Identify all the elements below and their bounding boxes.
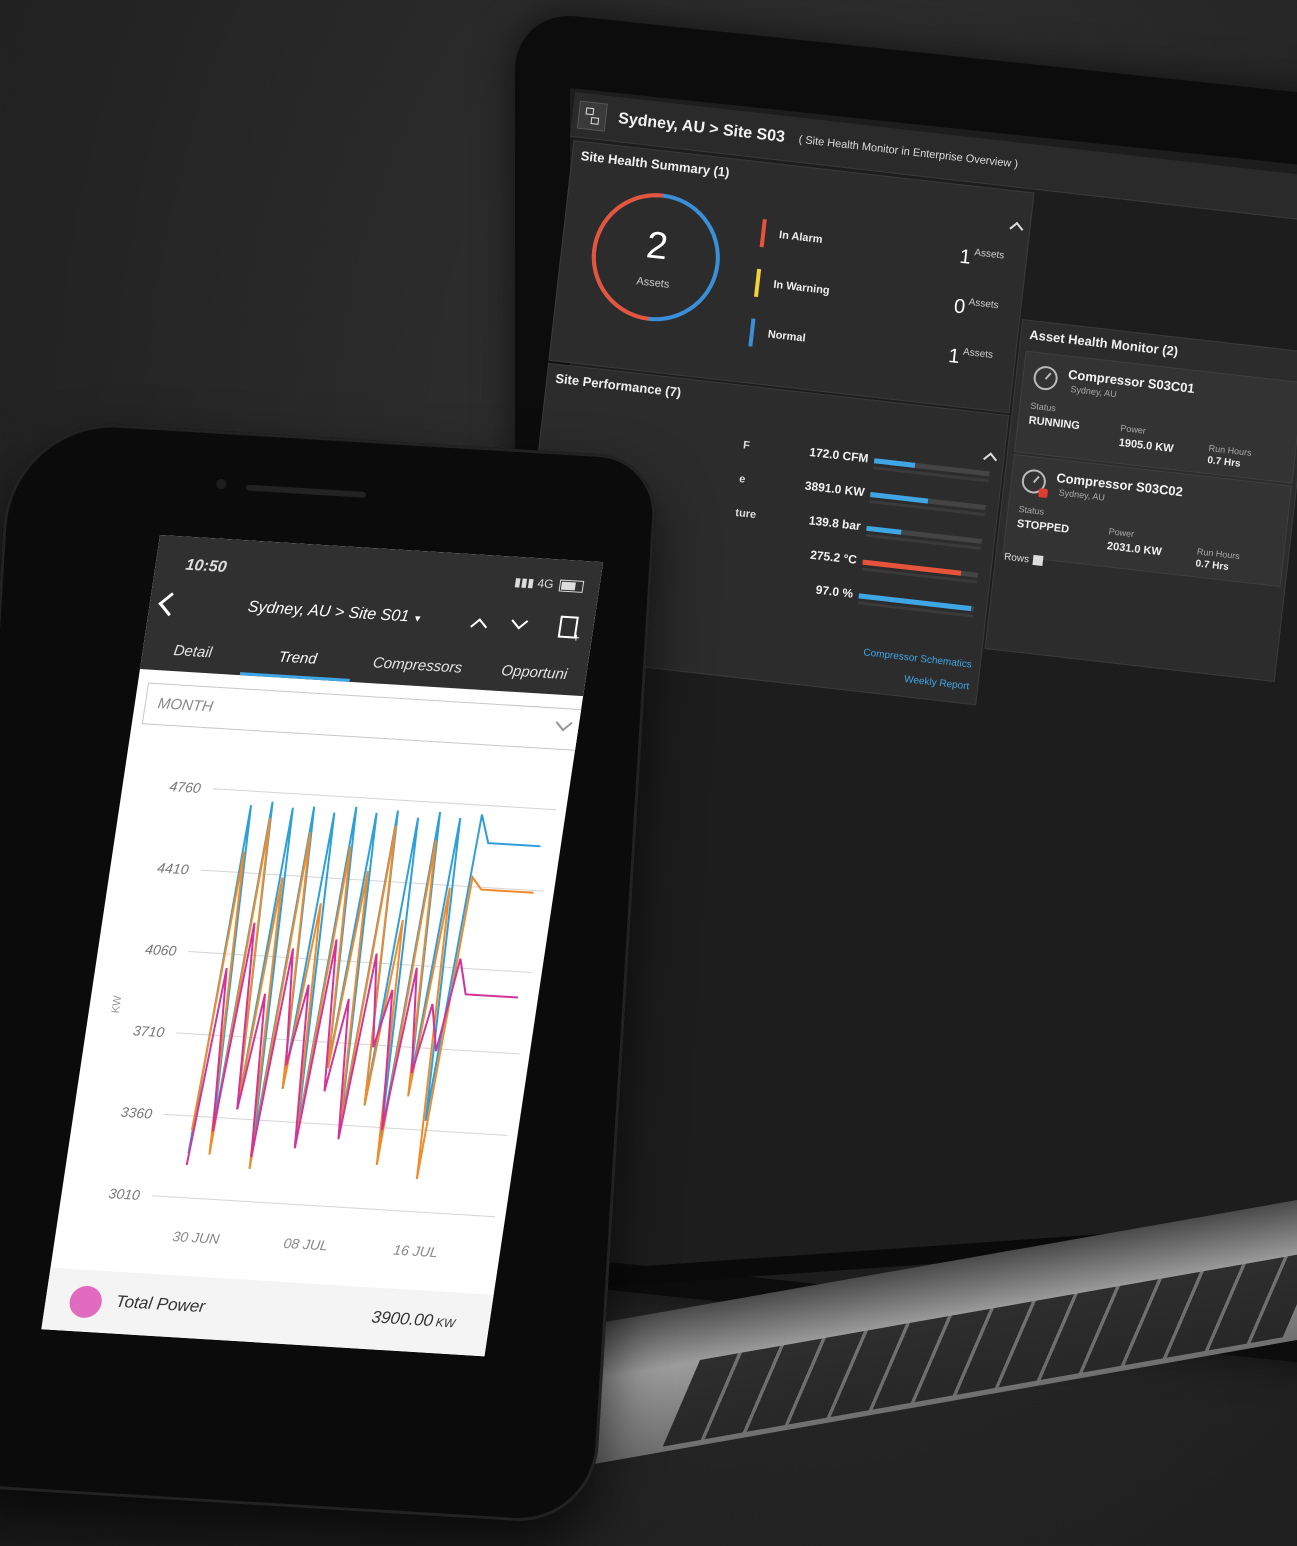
metric-value: 139.8 bar: [808, 513, 862, 534]
legend-row-warning[interactable]: In Warning 0 Assets: [753, 268, 1005, 331]
y-axis-label: KW: [110, 995, 125, 1014]
alert-icon: [1038, 488, 1049, 499]
metric-value: 275.2 °C: [809, 547, 858, 567]
metric-label: e: [738, 473, 747, 486]
gauge-icon: [1032, 364, 1059, 392]
x-tick-label: 30 JUN: [172, 1228, 222, 1247]
health-donut: 2 Assets: [583, 184, 729, 330]
total-power-legend-dot: [67, 1285, 105, 1319]
metric-bar-fill: [866, 525, 902, 535]
asset-health-monitor-panel: Asset Health Monitor (2) Compressor S03C…: [984, 319, 1297, 683]
collapse-icon[interactable]: [1009, 221, 1024, 236]
normal-indicator: [748, 318, 756, 347]
gridline: [212, 788, 557, 811]
gridline: [151, 1195, 496, 1218]
y-tick-label: 4760: [169, 778, 203, 796]
next-site-icon[interactable]: [511, 612, 529, 630]
add-report-icon[interactable]: [557, 615, 579, 639]
legend-row-alarm[interactable]: In Alarm 1 Assets: [759, 219, 1011, 281]
metric-label: ture: [734, 506, 757, 522]
hierarchy-icon[interactable]: [576, 100, 608, 132]
legend-count: 1 Assets: [947, 345, 994, 369]
camera-icon: [216, 478, 227, 490]
status-value: RUNNING: [1028, 414, 1081, 433]
x-tick-label: 08 JUL: [283, 1235, 330, 1254]
period-value: MONTH: [156, 695, 215, 716]
power-value: 2031.0 KW: [1106, 540, 1163, 559]
tab-trend[interactable]: Trend: [239, 640, 355, 682]
run-hours-value: 0.7 Hrs: [1194, 558, 1230, 574]
y-tick-label: 3710: [132, 1022, 166, 1040]
run-hours-value: 0.7 Hrs: [1206, 454, 1242, 470]
compressor-schematics-link[interactable]: Compressor Schematics: [863, 647, 972, 670]
legend-name: In Alarm: [778, 229, 824, 246]
total-power-value: 3900.00KW: [370, 1307, 457, 1331]
metric-value: 3891.0 KW: [804, 478, 866, 500]
speaker-grille: [246, 484, 367, 498]
warning-indicator: [753, 268, 762, 298]
chevron-down-icon: [555, 714, 573, 732]
breadcrumb-subtitle: ( Site Health Monitor in Enterprise Over…: [797, 133, 1019, 171]
total-power-label: Total Power: [114, 1291, 207, 1317]
legend-name: Normal: [767, 328, 807, 345]
trend-chart: 3010 3360 3710 4060 4410 4760 KW 30 JUN 08 JUL 16…: [108, 778, 557, 1266]
metric-value: 172.0 CFM: [808, 444, 870, 466]
x-tick-label: 16 JUL: [392, 1242, 439, 1261]
gridline: [200, 869, 545, 892]
app-bar: 10:50 ▮▮▮ 4G Sydney, AU > Site S01▾ Deta…: [139, 535, 604, 697]
period-select[interactable]: MONTH: [141, 682, 590, 752]
status-time: 10:50: [184, 556, 228, 577]
status-label: Status: [1029, 400, 1057, 414]
power-value: 1905.0 KW: [1118, 436, 1175, 456]
power-label: Power: [1108, 526, 1135, 540]
y-tick-label: 4410: [156, 860, 190, 878]
y-tick-label: 4060: [144, 941, 178, 959]
alarm-indicator: [759, 219, 767, 248]
power-label: Power: [1119, 422, 1147, 436]
legend-name: In Warning: [772, 278, 831, 298]
tab-compressors[interactable]: Compressors: [350, 647, 485, 690]
status-indicators: ▮▮▮ 4G: [513, 574, 585, 593]
legend-count: 1 Assets: [958, 245, 1005, 269]
series-line-2: [185, 922, 519, 1166]
metric-label: F: [742, 439, 751, 453]
status-label: Status: [1018, 503, 1045, 517]
metric-value: 97.0 %: [815, 582, 854, 601]
battery-icon: [558, 579, 585, 593]
lock-icon: [1032, 555, 1044, 567]
weekly-report-link[interactable]: Weekly Report: [904, 674, 970, 692]
legend-row-normal[interactable]: Normal 1 Assets: [748, 318, 1000, 380]
tab-detail[interactable]: Detail: [140, 634, 245, 675]
back-icon[interactable]: [158, 592, 183, 617]
breadcrumb[interactable]: Sydney, AU > Site S03: [617, 110, 785, 147]
site-selector[interactable]: Sydney, AU > Site S01 ▾: [247, 599, 422, 627]
previous-site-icon[interactable]: [470, 618, 488, 636]
legend-count: 0 Assets: [952, 295, 1000, 319]
signal-icon: ▮▮▮: [513, 574, 539, 591]
y-tick-label: 3010: [108, 1185, 142, 1203]
y-tick-label: 3360: [120, 1104, 154, 1122]
tab-opportunities[interactable]: Opportuni: [479, 655, 588, 696]
chevron-down-icon: ▾: [413, 612, 422, 626]
status-value: STOPPED: [1016, 517, 1070, 536]
